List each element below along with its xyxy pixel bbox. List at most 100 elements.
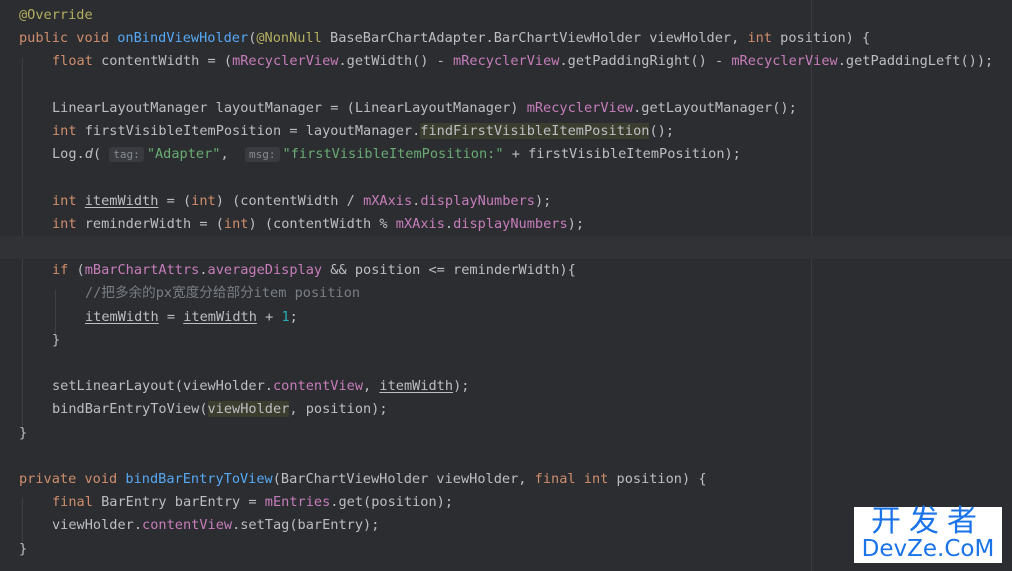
code-text: ) (contentWidth /: [215, 192, 364, 209]
method-name: onBindViewHolder: [117, 30, 249, 47]
watermark-en-text: DevZe.CoM: [861, 536, 995, 562]
code-line[interactable]: if (mBarChartAttrs.averageDisplay && pos…: [0, 259, 1012, 282]
code-line[interactable]: }: [0, 422, 1012, 445]
code-text: }: [52, 331, 61, 348]
field: mXAxis: [363, 192, 413, 209]
keyword: int: [52, 123, 77, 139]
code-line[interactable]: int firstVisibleItemPosition = layoutMan…: [0, 120, 1012, 143]
code-text: );: [567, 215, 585, 232]
highlighted-variable: viewHolder: [207, 401, 290, 418]
code-text: .setTag(barEntry);: [232, 517, 380, 534]
code-text: contentWidth = (: [92, 53, 233, 70]
field: mBarChartAttrs: [84, 262, 200, 279]
parameter-hint: tag:: [109, 147, 144, 163]
variable: itemWidth: [84, 192, 159, 209]
code-line[interactable]: }: [0, 329, 1012, 352]
code-text: .getPaddingLeft());: [837, 53, 994, 70]
code-text: Log.: [52, 146, 85, 163]
watermark-logo: 开发者 DevZe.CoM: [854, 507, 1002, 563]
keyword: void: [76, 30, 110, 47]
keyword: void: [84, 471, 118, 487]
code-text: BaseBarChartAdapter.BarChartViewHolder v…: [321, 30, 748, 47]
field: displayNumbers: [420, 192, 535, 209]
variable: itemWidth: [85, 308, 159, 325]
code-text: );: [453, 378, 470, 395]
keyword: final: [52, 494, 93, 511]
code-line[interactable]: itemWidth = itemWidth + 1;: [0, 306, 1012, 329]
field: mRecyclerView: [731, 53, 838, 70]
code-text: +: [256, 308, 282, 325]
code-text: position) {: [608, 471, 707, 487]
keyword: if: [52, 262, 69, 279]
keyword: int: [52, 192, 77, 209]
code-text: && position <= reminderWidth){: [322, 262, 576, 279]
highlighted-method: findFirstVisibleItemPosition: [420, 123, 650, 139]
keyword: int: [583, 471, 609, 487]
keyword: public: [19, 30, 69, 47]
parameter-hint: msg:: [245, 147, 280, 163]
code-text: ) (contentWidth %: [248, 215, 396, 232]
code-text: }: [19, 540, 28, 557]
code-text: .getPaddingRight() -: [559, 53, 732, 70]
field: contentView: [272, 378, 364, 395]
code-text: .: [199, 262, 208, 279]
code-line[interactable]: private void bindBarEntryToView(BarChart…: [0, 468, 1012, 491]
code-text: ;: [289, 308, 298, 325]
code-text: .: [444, 215, 454, 232]
code-text: , position);: [289, 401, 388, 418]
code-line[interactable]: LinearLayoutManager layoutManager = (Lin…: [0, 97, 1012, 120]
field: mRecyclerView: [526, 99, 634, 116]
code-line[interactable]: int itemWidth = (int) (contentWidth / mX…: [0, 190, 1012, 213]
code-text: =: [158, 308, 184, 325]
code-text: }: [19, 424, 28, 441]
code-line[interactable]: bindBarEntryToView(viewHolder, position)…: [0, 398, 1012, 421]
string-literal: "Adapter": [146, 146, 221, 163]
code-line[interactable]: Log.d( tag: "Adapter", msg: "firstVisibleI…: [0, 143, 1012, 166]
code-text: bindBarEntryToView(: [52, 401, 208, 418]
code-text: .getWidth() -: [338, 53, 454, 70]
current-line-highlight[interactable]: [0, 236, 1012, 260]
keyword: private: [19, 471, 77, 487]
field: mXAxis: [395, 215, 445, 232]
code-text: ,: [220, 146, 246, 163]
method-name: d: [84, 146, 93, 163]
code-text: firstVisibleItemPosition = layoutManager…: [76, 123, 421, 139]
number-literal: 1: [281, 308, 290, 325]
field: averageDisplay: [207, 262, 323, 279]
code-text: position) {: [772, 30, 871, 47]
code-text: (: [92, 146, 110, 163]
code-line[interactable]: //把多余的px宽度分给部分item position: [0, 282, 1012, 305]
keyword: int: [747, 30, 772, 47]
code-text: reminderWidth = (: [76, 215, 224, 232]
field: mEntries: [264, 494, 331, 511]
variable: itemWidth: [183, 308, 257, 325]
code-text: + firstVisibleItemPosition);: [503, 146, 741, 163]
field: contentView: [142, 517, 233, 534]
keyword: int: [191, 192, 216, 209]
code-text: (: [68, 262, 85, 279]
annotation: @NonNull: [256, 30, 322, 47]
code-text: viewHolder.: [52, 517, 143, 534]
keyword: float: [52, 53, 93, 70]
field: mRecyclerView: [232, 53, 339, 70]
code-line[interactable]: @Override: [0, 4, 1012, 27]
code-text: ,: [363, 378, 380, 395]
keyword: final: [534, 471, 576, 487]
variable: itemWidth: [379, 378, 454, 395]
code-text: LinearLayoutManager layoutManager = (Lin…: [52, 99, 527, 116]
watermark-cn-text: 开发者: [871, 504, 985, 539]
code-editor[interactable]: @Override public void onBindViewHolder(@…: [0, 0, 1012, 571]
code-line[interactable]: float contentWidth = (mRecyclerView.getW…: [0, 50, 1012, 73]
code-text: BarEntry barEntry =: [92, 494, 265, 511]
code-text: );: [534, 192, 552, 209]
field: mRecyclerView: [453, 53, 560, 70]
code-text: .getLayoutManager();: [633, 99, 797, 116]
code-line[interactable]: int reminderWidth = (int) (contentWidth …: [0, 213, 1012, 236]
code-line[interactable]: setLinearLayout(viewHolder.contentView, …: [0, 375, 1012, 398]
code-text: setLinearLayout(viewHolder.: [52, 378, 273, 395]
keyword: int: [223, 215, 249, 232]
code-line[interactable]: public void onBindViewHolder(@NonNull Ba…: [0, 27, 1012, 50]
code-text: = (: [158, 192, 192, 209]
code-text: .get(position);: [330, 494, 454, 511]
